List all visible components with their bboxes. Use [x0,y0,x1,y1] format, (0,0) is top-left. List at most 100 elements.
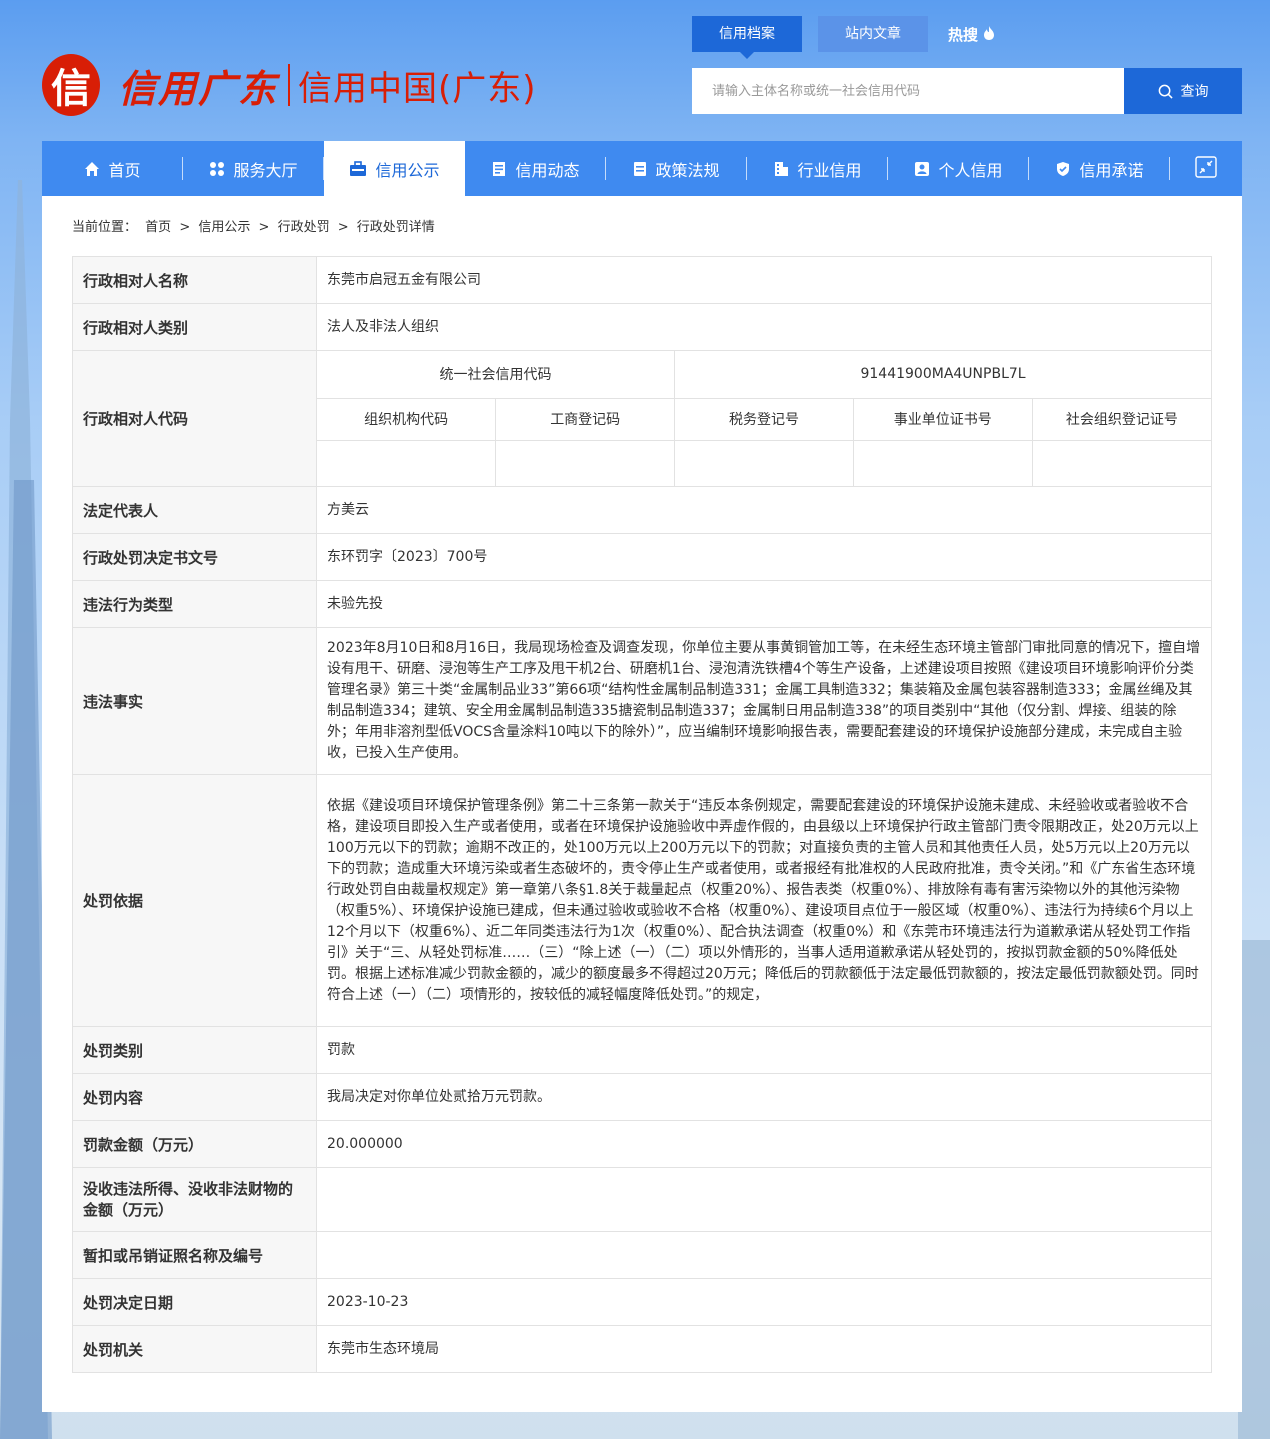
table-row: 组织机构代码 工商登记码 税务登记号 事业单位证书号 社会组织登记证号 [317,398,1211,441]
nav-label: 政策法规 [655,160,720,180]
nav-home[interactable]: 首页 [42,141,183,196]
tab-credit-archive[interactable]: 信用档案 [692,16,802,59]
id-card-icon [914,161,930,177]
social-org-value [1032,440,1211,486]
nav-label: 服务大厅 [233,160,298,180]
breadcrumb: 当前位置： 首页 > 信用公示 > 行政处罚 > 行政处罚详情 [72,216,439,235]
row-label: 行政处罚决定书文号 [72,533,317,581]
tax-reg-label: 税务登记号 [674,398,854,441]
breadcrumb-separator: > [179,220,191,235]
table-row: 处罚决定日期 2023-10-23 [72,1278,1212,1326]
nav-industry-credit[interactable]: 行业信用 [747,141,888,196]
row-label: 行政相对人名称 [72,256,317,304]
row-label: 法定代表人 [72,486,317,534]
hot-search-link[interactable]: 热搜 [948,24,995,45]
shield-check-icon [1055,161,1071,177]
nav-service-hall[interactable]: 服务大厅 [183,141,324,196]
logo-subtitle: 信用中国(广东) [298,68,537,109]
table-row: 行政相对人名称 东莞市启冠五金有限公司 [72,256,1212,304]
breadcrumb-credit-publicity[interactable]: 信用公示 [198,220,250,235]
table-row: 违法事实 2023年8月10日和8月16日，我局现场检查及调查发现，你单位主要从… [72,627,1212,775]
penalty-basis: 依据《建设项目环境保护管理条例》第二十三条第一款关于“违反本条例规定，需要配套建… [316,774,1212,1027]
nav-credit-commitment[interactable]: 信用承诺 [1029,141,1170,196]
search-bar: 查询 [692,68,1242,114]
nav-personal-credit[interactable]: 个人信用 [888,141,1029,196]
nav-label: 个人信用 [938,160,1003,180]
table-row: 处罚依据 依据《建设项目环境保护管理条例》第二十三条第一款关于“违反本条例规定，… [72,774,1212,1027]
penalty-category: 罚款 [316,1026,1212,1074]
search-input[interactable] [692,68,1124,114]
biz-reg-value [495,440,676,486]
table-row: 罚款金额（万元） 20.000000 [72,1120,1212,1168]
row-label: 处罚类别 [72,1026,317,1074]
row-label: 处罚依据 [72,774,317,1027]
table-row: 行政相对人类别 法人及非法人组织 [72,303,1212,351]
nav-expand-button[interactable] [1170,141,1242,196]
table-row: 没收违法所得、没收非法财物的金额（万元） [72,1167,1212,1232]
row-label: 行政相对人代码 [72,350,317,487]
briefcase-icon [349,160,367,177]
row-label: 行政相对人类别 [72,303,317,351]
row-label: 处罚机关 [72,1325,317,1373]
breadcrumb-separator: > [258,220,270,235]
nav-label: 信用承诺 [1079,160,1144,180]
site-logo[interactable]: 信 信用广东 信用中国(广东) [42,50,537,120]
table-row: 处罚类别 罚款 [72,1026,1212,1074]
biz-reg-label: 工商登记码 [495,398,676,441]
credit-code-label: 统一社会信用代码 [317,351,676,399]
breadcrumb-separator: > [337,220,349,235]
violation-facts: 2023年8月10日和8月16日，我局现场检查及调查发现，你单位主要从事黄铜管加… [316,627,1212,775]
table-row: 暂扣或吊销证照名称及编号 [72,1231,1212,1279]
news-icon [491,161,507,177]
table-row: 统一社会信用代码 91441900MA4UNPBL7L [317,351,1211,399]
inst-cert-value [853,440,1033,486]
penalty-authority: 东莞市生态环境局 [316,1325,1212,1373]
row-label: 暂扣或吊销证照名称及编号 [72,1231,317,1279]
table-row: 行政相对人代码 统一社会信用代码 91441900MA4UNPBL7L 组织机构… [72,350,1212,487]
social-org-label: 社会组织登记证号 [1032,398,1211,441]
breadcrumb-admin-penalty[interactable]: 行政处罚 [278,220,330,235]
nav-credit-news[interactable]: 信用动态 [465,141,606,196]
credit-code-value: 91441900MA4UNPBL7L [674,351,1211,399]
document-icon [633,161,647,177]
table-row: 行政处罚决定书文号 东环罚字〔2023〕700号 [72,533,1212,581]
org-code-value [317,440,497,486]
decision-date: 2023-10-23 [316,1278,1212,1326]
site-header: 信 信用广东 信用中国(广东) 信用档案 站内文章 热搜 查询 [0,0,1270,140]
nav-label: 信用动态 [515,160,580,180]
hot-search-label: 热搜 [948,25,979,44]
search-icon [1158,84,1173,99]
decision-doc-number: 东环罚字〔2023〕700号 [316,533,1212,581]
table-row: 处罚机关 东莞市生态环境局 [72,1325,1212,1373]
violation-type: 未验先投 [316,580,1212,628]
penalty-content: 我局决定对你单位处贰拾万元罚款。 [316,1073,1212,1121]
nav-label: 行业信用 [797,160,862,180]
legal-representative: 方美云 [316,486,1212,534]
nav-credit-publicity[interactable]: 信用公示 [324,141,465,196]
table-row [317,440,1211,486]
collapse-arrows-icon [1195,155,1217,182]
table-row: 违法行为类型 未验先投 [72,580,1212,628]
subject-name: 东莞市启冠五金有限公司 [316,256,1212,304]
search-button-label: 查询 [1180,84,1209,100]
nav-label: 信用公示 [375,160,440,180]
logo-divider [288,64,291,106]
nav-policy-law[interactable]: 政策法规 [606,141,747,196]
penalty-detail-table: 行政相对人名称 东莞市启冠五金有限公司 行政相对人类别 法人及非法人组织 行政相… [72,256,1212,1373]
content-panel: 当前位置： 首页 > 信用公示 > 行政处罚 > 行政处罚详情 行政相对人名称 … [42,196,1242,1412]
table-row: 法定代表人 方美云 [72,486,1212,534]
breadcrumb-home[interactable]: 首页 [145,220,171,235]
row-label: 处罚决定日期 [72,1278,317,1326]
table-row: 处罚内容 我局决定对你单位处贰拾万元罚款。 [72,1073,1212,1121]
tab-site-articles[interactable]: 站内文章 [818,16,928,52]
grid-dots-icon [209,161,225,177]
row-label: 没收违法所得、没收非法财物的金额（万元） [72,1167,317,1232]
search-button[interactable]: 查询 [1124,68,1242,114]
row-label: 罚款金额（万元） [72,1120,317,1168]
subject-code-cell: 统一社会信用代码 91441900MA4UNPBL7L 组织机构代码 工商登记码… [316,350,1212,487]
row-label: 违法事实 [72,627,317,775]
row-label: 违法行为类型 [72,580,317,628]
building-icon [773,161,789,177]
logo-brand: 信用广东 [118,65,279,111]
license-info [316,1231,1212,1279]
